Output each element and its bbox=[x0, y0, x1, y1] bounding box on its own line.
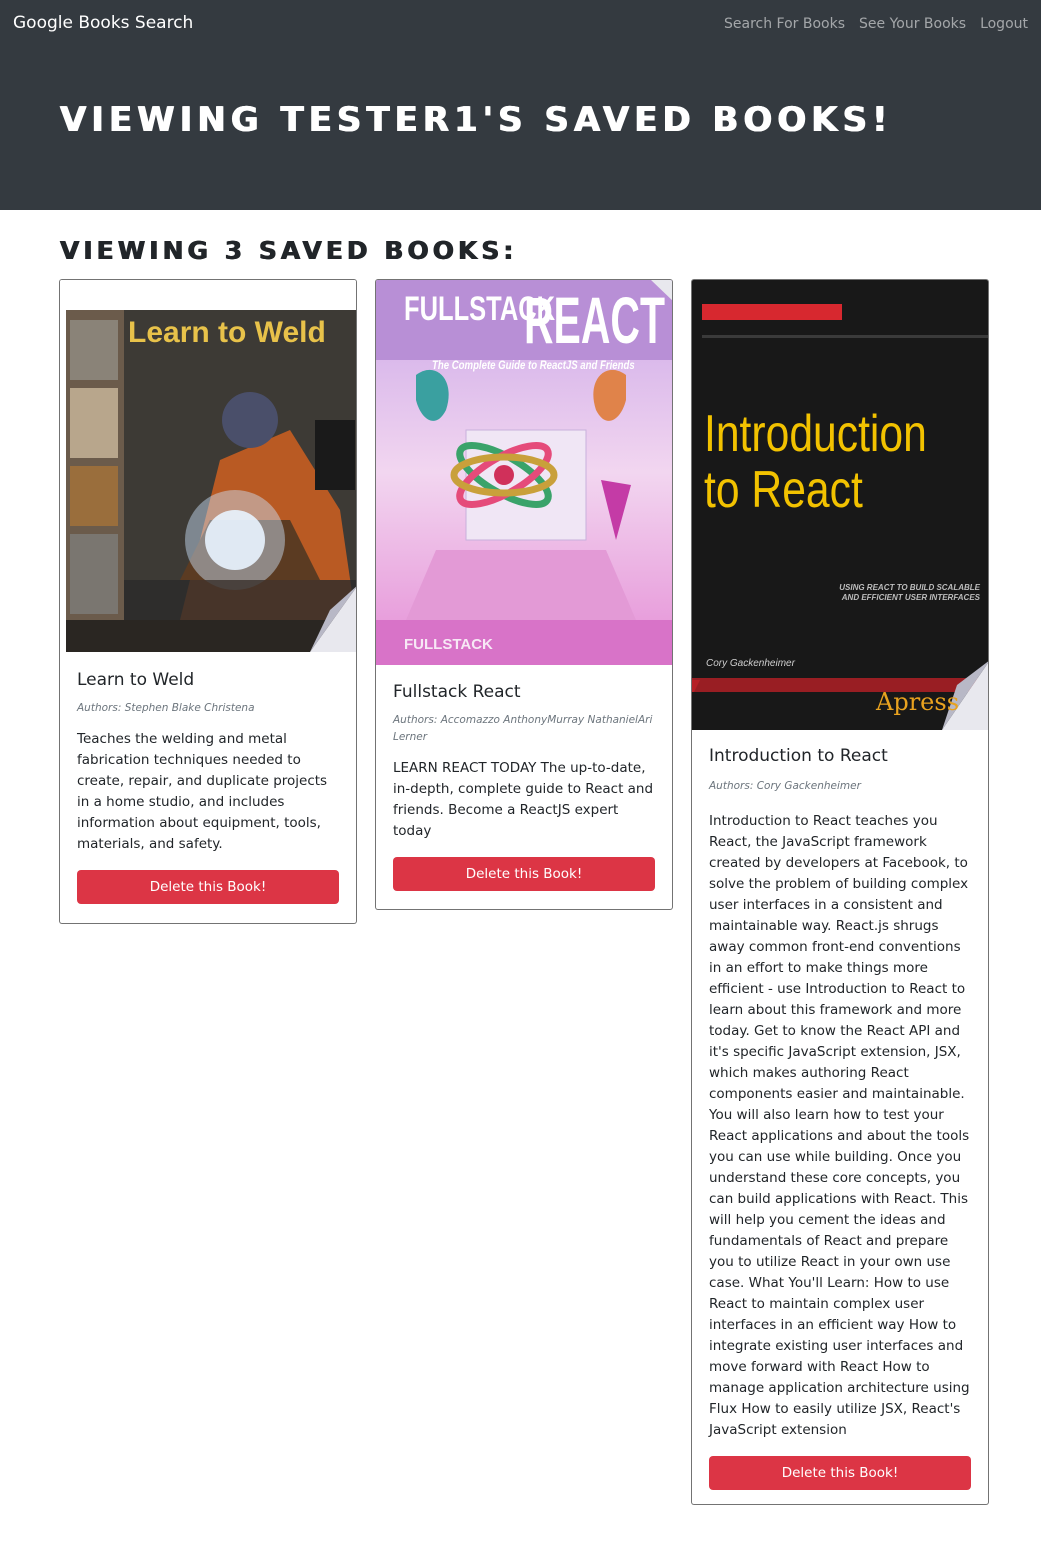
cover-title-text: Introduction bbox=[704, 405, 927, 463]
book-card: Introduction to React USING REACT TO BUI… bbox=[691, 279, 989, 1505]
navbar-links: Search For Books See Your Books Logout bbox=[724, 16, 1028, 32]
book-authors: Authors: Accomazzo AnthonyMurray Nathani… bbox=[393, 714, 653, 743]
book-card: FULLSTACK REACT The Complete Guide to Re… bbox=[375, 279, 673, 910]
book-cover-image: FULLSTACK REACT The Complete Guide to Re… bbox=[376, 280, 672, 665]
book-cover-image: Learn to Weld bbox=[60, 280, 356, 653]
cover-publisher-text: Apress bbox=[876, 688, 960, 716]
cover-title-text: Learn to Weld bbox=[128, 316, 326, 349]
saved-count-heading: VIEWING 3 SAVED BOOKS: bbox=[60, 236, 518, 265]
book-description: Introduction to React teaches you React,… bbox=[709, 813, 970, 1438]
cover-title-text: REACT bbox=[524, 283, 665, 357]
book-title: Learn to Weld bbox=[77, 670, 195, 690]
book-card: Learn to Weld Learn to Weld Authors: Ste… bbox=[59, 279, 357, 924]
cover-author-text: Cory Gackenheimer bbox=[706, 658, 795, 669]
delete-book-button[interactable]: Delete this Book! bbox=[709, 1456, 971, 1490]
delete-book-button[interactable]: Delete this Book! bbox=[77, 870, 339, 904]
cover-tagline-text: USING REACT TO BUILD SCALABLE AND EFFICI… bbox=[839, 583, 980, 602]
book-description: Teaches the welding and metal fabricatio… bbox=[77, 731, 328, 852]
nav-link-logout[interactable]: Logout bbox=[980, 16, 1028, 32]
nav-link-saved[interactable]: See Your Books bbox=[859, 16, 966, 32]
delete-book-button[interactable]: Delete this Book! bbox=[393, 857, 655, 891]
book-description: LEARN REACT TODAY The up-to-date, in-dep… bbox=[393, 760, 654, 839]
cover-title-text: to React bbox=[704, 461, 863, 519]
book-title: Fullstack React bbox=[393, 682, 521, 702]
book-title: Introduction to React bbox=[709, 746, 888, 766]
book-authors: Authors: Stephen Blake Christena bbox=[77, 702, 255, 714]
page-title: VIEWING TESTER1'S SAVED BOOKS! bbox=[60, 100, 893, 140]
book-authors: Authors: Cory Gackenheimer bbox=[709, 780, 861, 792]
book-cover-image: Introduction to React USING REACT TO BUI… bbox=[692, 280, 988, 730]
navbar-brand[interactable]: Google Books Search bbox=[13, 13, 193, 33]
cover-subtitle-text: The Complete Guide to ReactJS and Friend… bbox=[432, 358, 635, 372]
nav-link-search[interactable]: Search For Books bbox=[724, 16, 845, 32]
cover-footer-text: FULLSTACK bbox=[404, 636, 493, 653]
header-banner: Google Books Search Search For Books See… bbox=[0, 0, 1041, 210]
